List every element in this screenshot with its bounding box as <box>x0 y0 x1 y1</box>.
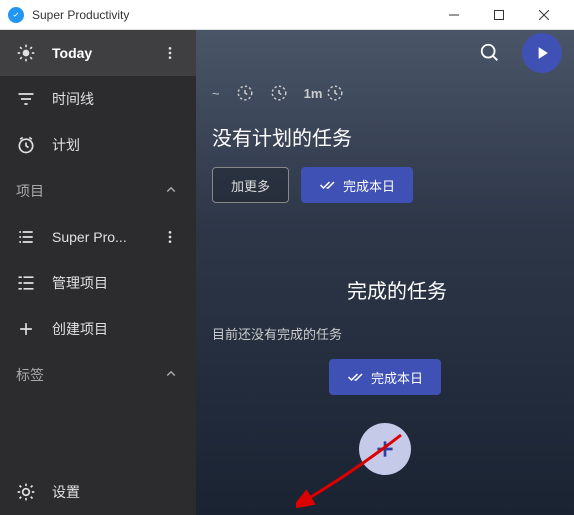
more-icon[interactable] <box>160 229 180 245</box>
sun-icon <box>16 43 36 63</box>
gear-icon <box>16 482 36 502</box>
button-label: 加更多 <box>231 176 270 195</box>
completed-tasks-heading: 完成的任务 <box>196 263 574 320</box>
section-label: 项目 <box>16 181 162 201</box>
chevron-up-icon <box>162 181 180 202</box>
app-icon <box>8 7 24 23</box>
check-all-icon <box>319 176 337 194</box>
check-all-icon <box>347 368 365 386</box>
sidebar-item-label: 计划 <box>52 135 180 155</box>
action-row-2: 完成本日 <box>196 359 574 415</box>
button-label: 完成本日 <box>371 368 423 387</box>
search-button[interactable] <box>470 33 510 73</box>
search-icon <box>479 42 501 64</box>
sidebar-item-manage-projects[interactable]: 管理项目 <box>0 260 196 306</box>
minimize-button[interactable] <box>431 0 476 30</box>
filter-icon <box>16 89 36 109</box>
maximize-button[interactable] <box>476 0 521 30</box>
sidebar-item-create-project[interactable]: 创建项目 <box>0 306 196 352</box>
sidebar-item-project[interactable]: Super Pro... <box>0 214 196 260</box>
more-icon[interactable] <box>160 45 180 61</box>
sidebar-item-label: 时间线 <box>52 89 180 109</box>
no-completed-text: 目前还没有完成的任务 <box>196 320 574 359</box>
main-header <box>196 30 574 76</box>
finish-day-button-2[interactable]: 完成本日 <box>329 359 441 395</box>
play-button[interactable] <box>522 33 562 73</box>
wave-icon: ~ <box>212 86 220 101</box>
section-label: 标签 <box>16 365 162 385</box>
sidebar-item-label: Today <box>52 45 160 61</box>
sidebar-item-label: Super Pro... <box>52 229 160 245</box>
sidebar-item-settings[interactable]: 设置 <box>0 469 196 515</box>
stats-row: ~ 1m <box>196 76 574 110</box>
sidebar-item-today[interactable]: Today <box>0 30 196 76</box>
sidebar-section-tags[interactable]: 标签 <box>0 352 196 398</box>
timer-value: 1m <box>304 86 323 101</box>
sidebar-section-projects[interactable]: 项目 <box>0 168 196 214</box>
play-icon <box>532 43 552 63</box>
plus-icon <box>372 436 398 462</box>
sidebar-item-label: 创建项目 <box>52 319 180 339</box>
stat-timer: 1m <box>304 84 345 102</box>
add-more-button[interactable]: 加更多 <box>212 167 289 203</box>
manage-icon <box>16 273 36 293</box>
sidebar: Today 时间线 计划 项目 Super Pro... 管理项目 创建项目 <box>0 30 196 515</box>
action-row: 加更多 完成本日 <box>196 167 574 223</box>
main-content: ~ 1m 没有计划的任务 加更多 完成本日 完成的任务 目前还没有完成的任务 <box>196 30 574 515</box>
plus-icon <box>16 319 36 339</box>
list-icon <box>16 227 36 247</box>
sidebar-item-plan[interactable]: 计划 <box>0 122 196 168</box>
window-controls <box>431 0 566 30</box>
stat-clock <box>270 84 288 102</box>
add-task-fab[interactable] <box>359 423 411 475</box>
button-label: 完成本日 <box>343 176 395 195</box>
close-button[interactable] <box>521 0 566 30</box>
stat-history <box>236 84 254 102</box>
chevron-up-icon <box>162 365 180 386</box>
sidebar-item-timeline[interactable]: 时间线 <box>0 76 196 122</box>
sidebar-item-label: 管理项目 <box>52 273 180 293</box>
clock-icon <box>16 135 36 155</box>
titlebar: Super Productivity <box>0 0 574 30</box>
sidebar-item-label: 设置 <box>52 482 180 502</box>
window-title: Super Productivity <box>32 8 431 22</box>
no-planned-tasks-heading: 没有计划的任务 <box>196 110 574 167</box>
finish-day-button[interactable]: 完成本日 <box>301 167 413 203</box>
